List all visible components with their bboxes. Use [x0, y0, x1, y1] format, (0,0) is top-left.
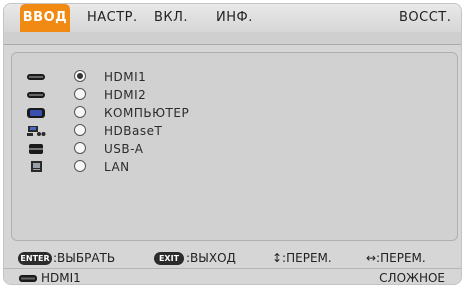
exit-key-icon: EXIT — [154, 252, 184, 265]
input-label: HDMI2 — [104, 88, 147, 102]
exit-hint: :ВЫХОД — [186, 251, 236, 265]
tab-setup[interactable]: НАСТР. — [87, 4, 138, 32]
updown-hint: ↕:ПЕРЕМ. — [272, 251, 332, 265]
input-label: HDMI1 — [104, 70, 147, 84]
radio-icon[interactable] — [74, 124, 86, 136]
input-list-panel: HDMI1 HDMI2 КОМПЬЮТЕР HDBaseT USB-A LAN — [11, 52, 458, 241]
tab-input[interactable]: ВВОД — [20, 4, 70, 32]
status-bar: HDMI1 СЛОЖНОЕ — [4, 268, 461, 285]
input-row-hdbaset[interactable]: HDBaseT — [12, 121, 457, 141]
input-row-hdmi2[interactable]: HDMI2 — [12, 85, 457, 105]
current-input-label: HDMI1 — [41, 271, 81, 285]
radio-icon[interactable] — [74, 142, 86, 154]
input-label: USB-A — [104, 142, 144, 156]
input-label: HDBaseT — [104, 124, 163, 138]
radio-icon[interactable] — [74, 160, 86, 172]
hdmi-icon — [19, 275, 37, 282]
input-label: LAN — [104, 160, 130, 174]
key-guide: ENTER :ВЫБРАТЬ EXIT :ВЫХОД ↕:ПЕРЕМ. ↔:ПЕ… — [4, 248, 461, 268]
menu-mode-label: СЛОЖНОЕ — [379, 271, 445, 285]
submenu-bar — [4, 32, 461, 45]
radio-selected-icon[interactable] — [74, 70, 86, 82]
tab-reset[interactable]: ВОССТ. — [399, 4, 451, 32]
hdbaset-icon — [27, 126, 46, 136]
computer-icon — [27, 108, 45, 118]
hdmi-icon — [27, 92, 45, 98]
input-row-computer[interactable]: КОМПЬЮТЕР — [12, 103, 457, 123]
leftright-hint: ↔:ПЕРЕМ. — [366, 251, 426, 265]
tab-power[interactable]: ВКЛ. — [154, 4, 188, 32]
input-row-hdmi1[interactable]: HDMI1 — [12, 67, 457, 87]
hdmi-icon — [27, 74, 45, 80]
usb-icon — [29, 144, 43, 154]
osd-menu-window: ВВОД НАСТР. ВКЛ. ИНФ. ВОССТ. HDMI1 HDMI2… — [3, 3, 462, 285]
input-row-lan[interactable]: LAN — [12, 157, 457, 177]
radio-icon[interactable] — [74, 88, 86, 100]
enter-hint: :ВЫБРАТЬ — [53, 251, 116, 265]
lan-icon — [31, 161, 42, 172]
input-label: КОМПЬЮТЕР — [104, 106, 190, 120]
enter-key-icon: ENTER — [18, 252, 52, 265]
input-row-usb-a[interactable]: USB-A — [12, 139, 457, 159]
radio-icon[interactable] — [74, 106, 86, 118]
tab-info[interactable]: ИНФ. — [216, 4, 253, 32]
menu-tab-bar: ВВОД НАСТР. ВКЛ. ИНФ. ВОССТ. — [4, 4, 461, 33]
